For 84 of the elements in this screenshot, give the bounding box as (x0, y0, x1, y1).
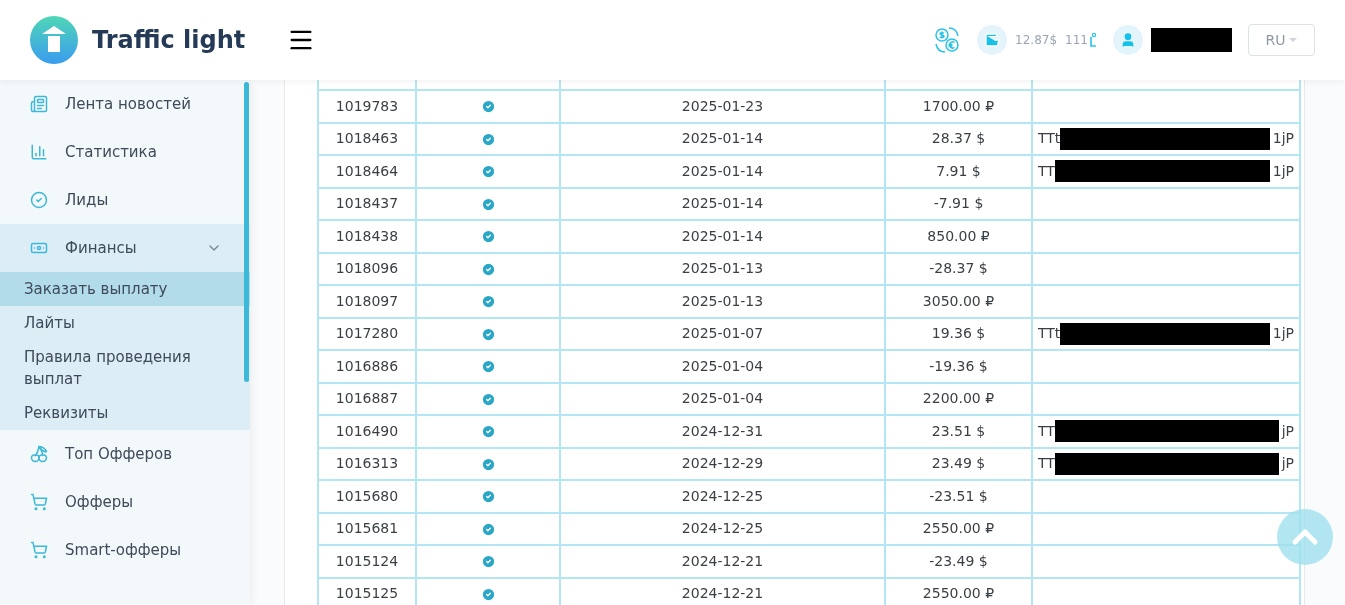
wallet-address-start: TT (1038, 421, 1055, 441)
table-cell: 1016886 (318, 350, 416, 383)
table-cell: 2025-01-13 (560, 252, 885, 285)
table-cell: -28.37 $ (885, 252, 1032, 285)
table-cell: 1700.00 ₽ (885, 90, 1032, 123)
sidebar-item[interactable]: Лента новостей (0, 80, 250, 128)
table-cell: 2024-12-31 (560, 415, 885, 448)
table-cell: 2025-01-23 (560, 90, 885, 123)
wallet-address-start: TTt (1038, 129, 1061, 149)
table-cell: 1016887 (318, 382, 416, 415)
caret-icon (1289, 38, 1298, 42)
table-cell: 2025-01-13 (560, 285, 885, 318)
user-avatar-icon[interactable] (1113, 25, 1143, 55)
balance-usd: 12.87$ (1015, 32, 1058, 49)
table-cell: 2025-01-04 (560, 350, 885, 383)
table-cell: 1016490 (318, 415, 416, 448)
table-cell: -23.49 $ (885, 545, 1032, 578)
sidebar-item[interactable]: Smart-офферы (0, 526, 250, 574)
table-cell: 1015124 (318, 545, 416, 578)
wallet-address-start: TTt (1038, 324, 1061, 344)
table-cell: 19.36 $ (885, 317, 1032, 350)
cart-icon (30, 493, 48, 511)
table-cell: 3050.00 ₽ (885, 285, 1032, 318)
submenu-item[interactable]: Правила проведения выплат (0, 340, 250, 396)
light-coin-icon (1089, 33, 1097, 47)
wallet-icon[interactable] (977, 25, 1008, 55)
submenu-item[interactable]: Реквизиты (0, 396, 250, 430)
cart-icon (30, 541, 48, 559)
table-cell: 1018463 (318, 122, 416, 155)
check-circle-icon (30, 191, 48, 209)
table-cell: 2024-12-29 (560, 447, 885, 480)
sidebar-item[interactable]: Финансы (0, 224, 250, 272)
table-cell: 2024-12-21 (560, 545, 885, 578)
logo-text: Traffic light (92, 25, 246, 56)
berries-icon (30, 445, 48, 463)
table-cell: 1015125 (318, 577, 416, 605)
wallet-address-start: TT (1038, 161, 1055, 181)
sidebar-item[interactable]: Статистика (0, 128, 250, 176)
table-cell: 1018096 (318, 252, 416, 285)
currency-exchange-icon[interactable] (933, 26, 962, 54)
logo-icon (30, 16, 78, 64)
submenu-item[interactable]: Заказать выплату (0, 272, 250, 306)
submenu-item[interactable]: Лайты (0, 306, 250, 340)
table-cell: 2200.00 ₽ (885, 382, 1032, 415)
table-cell: 28.37 $ (885, 122, 1032, 155)
wallet-address-end: jP (1281, 421, 1294, 441)
wallet-address-end: 1jP (1272, 324, 1294, 344)
table-cell: 1018097 (318, 285, 416, 318)
table-cell: 1018437 (318, 187, 416, 220)
table-cell: -19.36 $ (885, 350, 1032, 383)
table-cell: 1019783 (318, 90, 416, 123)
table-cell: 1016313 (318, 447, 416, 480)
wallet-address-end: jP (1281, 454, 1294, 474)
table-cell: 2025-01-07 (560, 317, 885, 350)
sidebar-item[interactable]: Офферы (0, 478, 250, 526)
table-cell: 1018438 (318, 220, 416, 253)
table-cell: 2550.00 ₽ (885, 512, 1032, 545)
bar-chart-icon (30, 143, 48, 161)
table-cell: 2025-01-14 (560, 122, 885, 155)
wallet-address-end: 1jP (1272, 161, 1294, 181)
table-cell: 1018464 (318, 155, 416, 188)
table-cell: 7.91 $ (885, 155, 1032, 188)
table-cell: 23.49 $ (885, 447, 1032, 480)
table-cell: 2024-12-25 (560, 512, 885, 545)
table-cell: -23.51 $ (885, 480, 1032, 513)
sidebar-item[interactable]: Топ Офферов (0, 430, 250, 478)
table-cell: -7.91 $ (885, 187, 1032, 220)
sidebar-item[interactable]: Лиды (0, 176, 250, 224)
table-cell: 1015680 (318, 480, 416, 513)
table-cell: 1017280 (318, 317, 416, 350)
wallet-address-start: TT (1038, 454, 1055, 474)
scrollbar-thumb[interactable] (244, 82, 249, 382)
wallet-address-end: 1jP (1272, 129, 1294, 149)
table-cell: 23.51 $ (885, 415, 1032, 448)
scroll-to-top-button[interactable] (1277, 509, 1333, 565)
table-cell: 2025-01-14 (560, 220, 885, 253)
table-cell: 2024-12-25 (560, 480, 885, 513)
balance-lights: 111 (1065, 32, 1088, 49)
table-cell: 850.00 ₽ (885, 220, 1032, 253)
newspaper-icon (30, 95, 48, 113)
table-cell: 2025-01-14 (560, 187, 885, 220)
table-cell: 2025-01-04 (560, 382, 885, 415)
table-cell: 2025-01-14 (560, 155, 885, 188)
table-cell: 1015681 (318, 512, 416, 545)
